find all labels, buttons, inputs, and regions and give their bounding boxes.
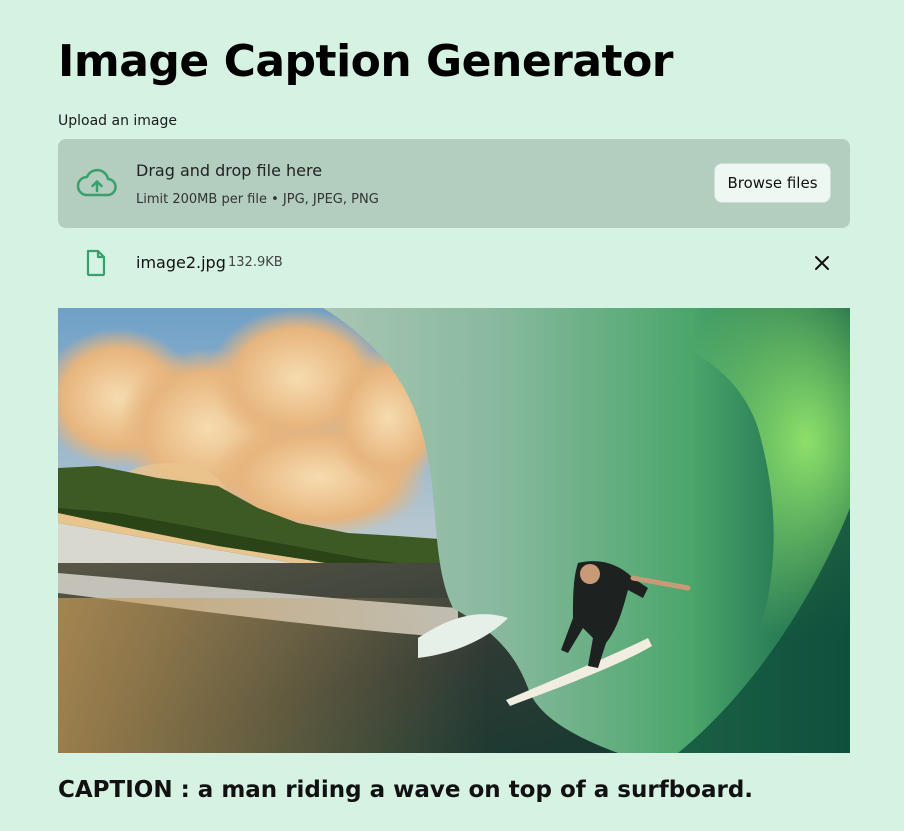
remove-file-button[interactable] xyxy=(810,251,834,275)
cloud-upload-icon xyxy=(76,168,117,197)
caption-text: CAPTION : a man riding a wave on top of … xyxy=(58,777,754,803)
uploaded-image xyxy=(58,308,850,753)
file-name: image2.jpg xyxy=(136,253,226,272)
file-size: 132.9KB xyxy=(228,255,283,270)
browse-files-button[interactable]: Browse files xyxy=(714,163,831,203)
file-icon xyxy=(86,249,106,277)
uploaded-file-row: image2.jpg 132.9KB xyxy=(58,236,850,290)
upload-label: Upload an image xyxy=(58,113,178,129)
dropzone-limits: Limit 200MB per file • JPG, JPEG, PNG xyxy=(136,192,379,207)
dropzone-title: Drag and drop file here xyxy=(136,161,323,180)
file-dropzone[interactable]: Drag and drop file here Limit 200MB per … xyxy=(58,139,850,228)
close-icon xyxy=(815,256,829,270)
page-title: Image Caption Generator xyxy=(58,36,674,87)
surfer-image xyxy=(58,308,850,753)
